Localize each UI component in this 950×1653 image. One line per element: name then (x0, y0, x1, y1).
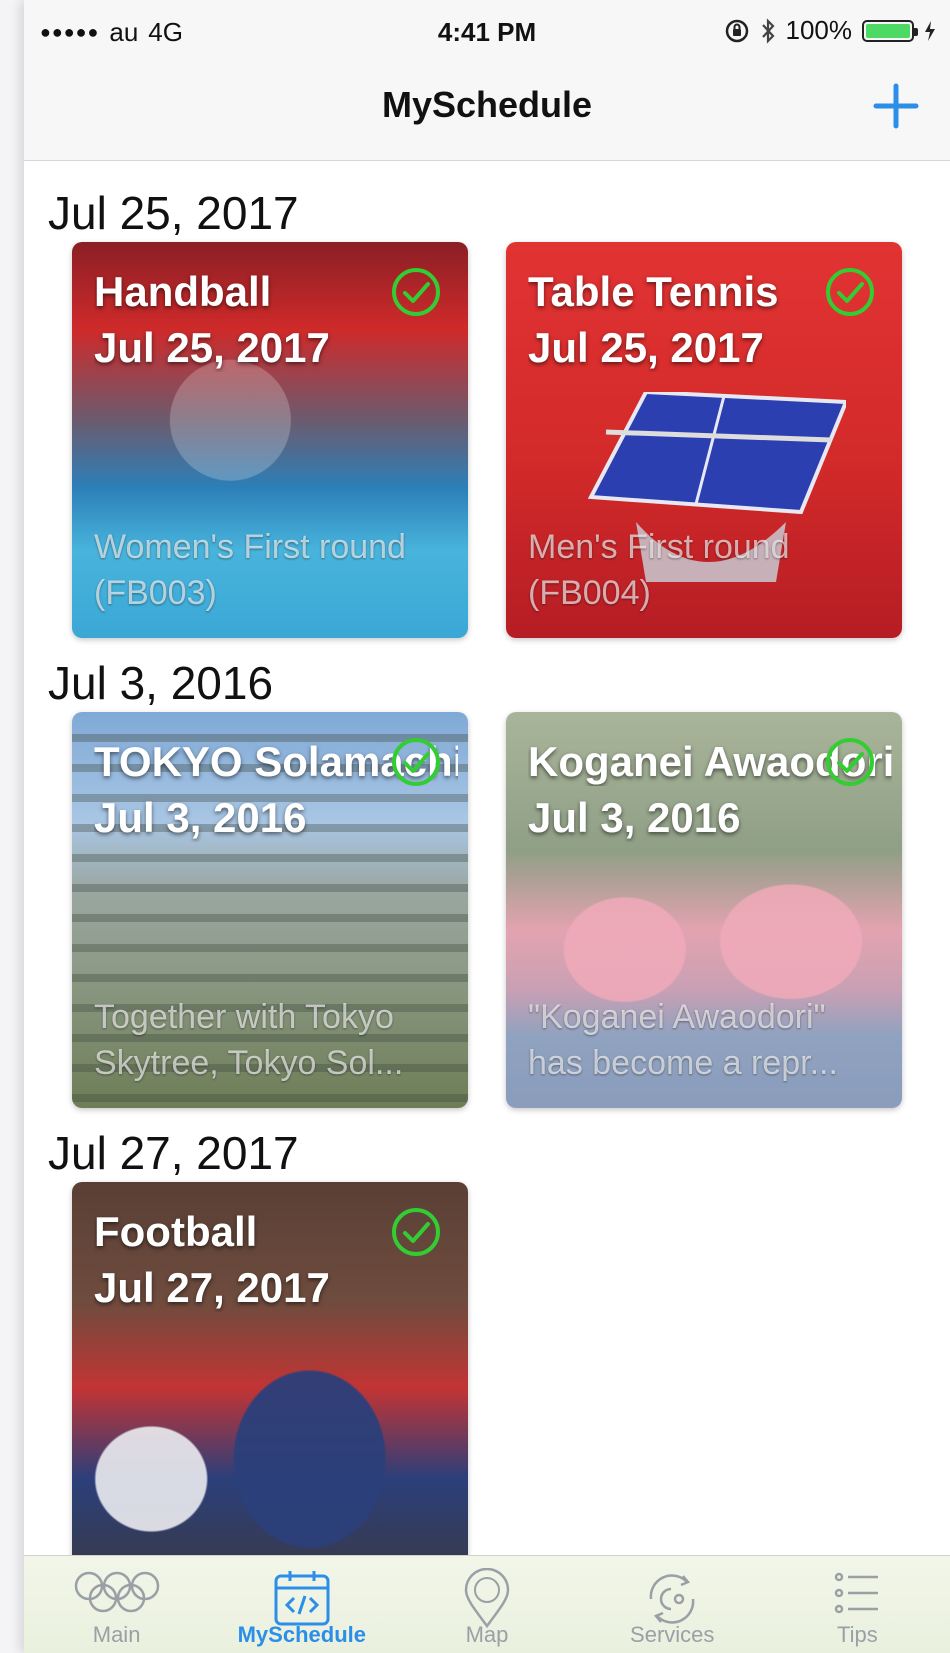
status-right-group: 100% (724, 15, 937, 46)
orientation-lock-icon (725, 19, 748, 42)
card-description: Together with Tokyo Skytree, Tokyo Sol..… (94, 998, 404, 1082)
tab-label: Services (630, 1622, 715, 1647)
plus-icon (873, 83, 919, 129)
battery-tip (914, 27, 918, 36)
card-date: Jul 3, 2016 (94, 794, 307, 841)
calendar-code-icon (274, 1571, 330, 1626)
card-date: Jul 25, 2017 (94, 324, 330, 371)
olympic-rings-icon (74, 1571, 159, 1613)
tab-label: Tips (837, 1622, 878, 1647)
tab-main[interactable]: Main (24, 1556, 209, 1653)
services-icon (649, 1574, 695, 1624)
check-circle-icon[interactable] (824, 736, 876, 788)
tab-bar: Main MySchedule Map Services Tips (24, 1555, 950, 1653)
schedule-card-table-tennis[interactable]: Table Tennis Jul 25, 2017 Men's First ro… (506, 242, 902, 638)
tab-label: Map (465, 1622, 509, 1647)
battery-fill (866, 23, 910, 38)
page-title: MySchedule (381, 84, 593, 125)
tab-tips[interactable]: Tips (765, 1556, 950, 1653)
section-date: Jul 3, 2016 (48, 657, 274, 709)
check-circle-icon[interactable] (390, 736, 442, 788)
section-date: Jul 27, 2017 (48, 1127, 299, 1179)
bluetooth-icon (761, 17, 775, 44)
section-date: Jul 25, 2017 (48, 187, 299, 239)
schedule-card-tokyo-solamachi[interactable]: TOKYO Solamachi Jul 3, 2016 Together wit… (72, 712, 468, 1108)
list-icon (835, 1572, 879, 1614)
check-circle-icon[interactable] (390, 1206, 442, 1258)
check-circle-icon[interactable] (824, 266, 876, 318)
card-description: Women's First round (FB003) (94, 528, 406, 612)
map-pin-icon (464, 1568, 510, 1629)
tab-label: Main (92, 1622, 141, 1647)
tab-services[interactable]: Services (580, 1556, 765, 1653)
schedule-card-football[interactable]: Football Jul 27, 2017 (72, 1182, 468, 1578)
card-date: Jul 25, 2017 (528, 324, 764, 371)
status-bar: ●●●●● au 4G 4:41 PM 100% (24, 0, 950, 60)
charging-icon (925, 20, 935, 41)
schedule-card-koganei-awaodori[interactable]: Koganei Awaodori Jul 3, 2016 "Koganei Aw… (506, 712, 902, 1108)
tab-label: MySchedule (237, 1622, 366, 1647)
tab-map[interactable]: Map (394, 1556, 579, 1653)
card-date: Jul 27, 2017 (94, 1264, 330, 1311)
app-screen: ●●●●● au 4G 4:41 PM 100% MySchedule Jul … (24, 0, 950, 1653)
battery-percent: 100% (785, 15, 853, 45)
navigation-bar: MySchedule (24, 60, 950, 161)
card-description: "Koganei Awaodori" has become a repr... (528, 998, 838, 1082)
battery-icon (862, 19, 918, 42)
card-date: Jul 3, 2016 (528, 794, 741, 841)
schedule-card-handball[interactable]: Handball Jul 25, 2017 Women's First roun… (72, 242, 468, 638)
card-description: Men's First round (FB004) (528, 528, 790, 612)
check-circle-icon[interactable] (390, 266, 442, 318)
add-button[interactable] (864, 74, 928, 138)
tab-myschedule[interactable]: MySchedule (209, 1556, 394, 1653)
